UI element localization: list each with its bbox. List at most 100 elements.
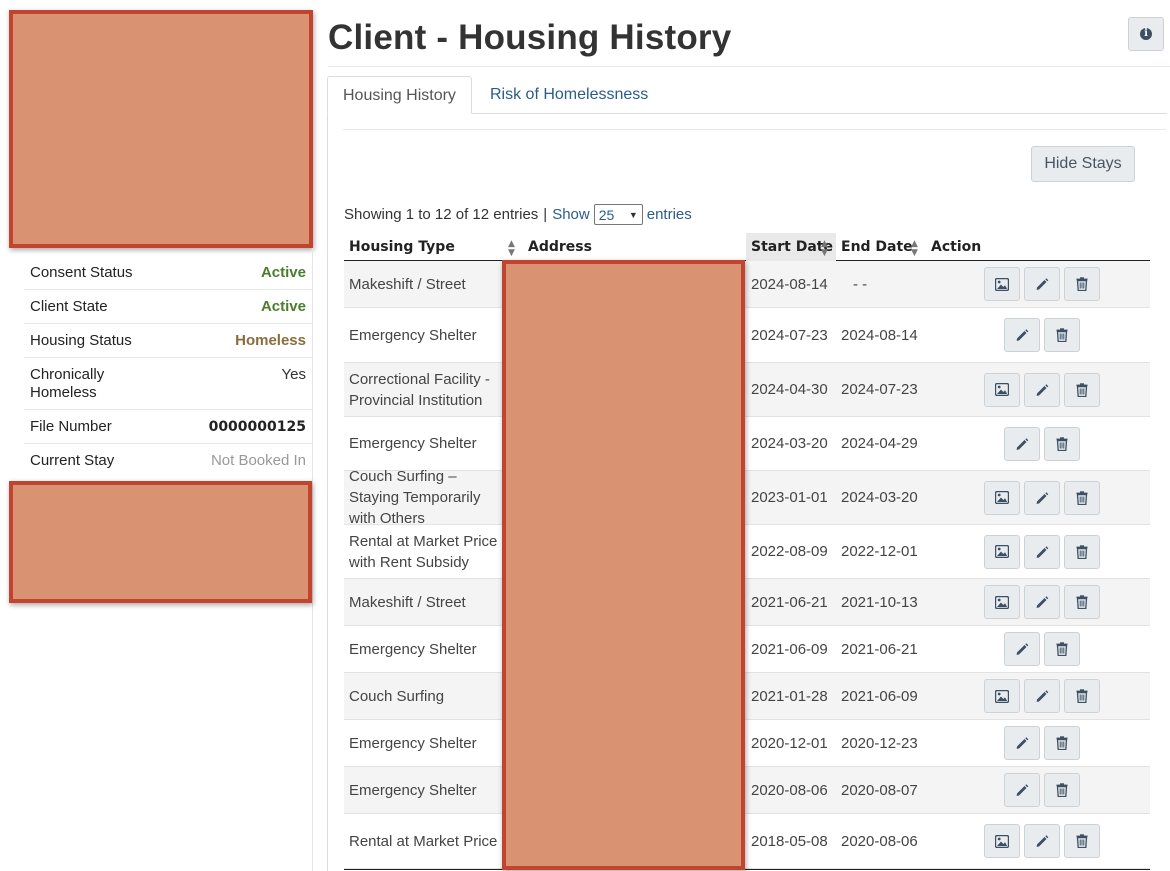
- delete-button[interactable]: [1064, 585, 1100, 619]
- page-title: Client - Housing History: [328, 18, 732, 57]
- housing-type-cell: Rental at Market Price with Rent Subsidy: [349, 532, 498, 571]
- delete-button[interactable]: [1044, 726, 1080, 760]
- end-date-cell: 2021-10-13: [841, 593, 918, 611]
- redacted-client-photo: [9, 10, 313, 248]
- delete-button[interactable]: [1044, 318, 1080, 352]
- edit-button[interactable]: [1004, 632, 1040, 666]
- action-cell: [934, 626, 1150, 672]
- start-date-cell: 2018-05-08: [751, 832, 828, 850]
- view-image-button[interactable]: [984, 679, 1020, 713]
- table-body: Makeshift / Street 2024-08-14 - - Emergency…: [344, 261, 1150, 869]
- edit-button[interactable]: [1024, 480, 1060, 515]
- housing-history-table: Housing Type ▲ ▼ Address Start Date ▲ ▼ En…: [344, 233, 1150, 870]
- tab-risk-of-homelessness[interactable]: Risk of Homelessness: [475, 76, 663, 114]
- edit-button[interactable]: [1004, 773, 1040, 807]
- table-row: Makeshift / Street 2024-08-14 - -: [344, 261, 1150, 308]
- end-date-cell: 2022-12-01: [841, 543, 918, 560]
- image-icon: [995, 383, 1009, 396]
- client-info-row: Housing Status Homeless: [24, 324, 312, 358]
- view-image-button[interactable]: [984, 480, 1020, 515]
- delete-button[interactable]: [1044, 632, 1080, 666]
- trash-icon: [1076, 834, 1088, 848]
- trash-icon: [1056, 436, 1068, 451]
- table-row: Correctional Facility - Provincial Insti…: [344, 363, 1150, 417]
- info-circle-icon: i: [1140, 28, 1152, 40]
- edit-button[interactable]: [1024, 824, 1060, 858]
- image-icon: [995, 595, 1009, 609]
- client-info-list: Consent Status Active Client State Active Ho…: [24, 256, 312, 477]
- client-info-label: Chronically Homeless: [30, 366, 105, 401]
- housing-type-cell: Couch Surfing – Staying Temporarily with…: [349, 468, 481, 527]
- delete-button[interactable]: [1064, 267, 1100, 301]
- sort-icon[interactable]: ▲ ▼: [821, 240, 828, 258]
- action-cell: [934, 720, 1150, 766]
- client-info-label: Current Stay: [30, 452, 115, 469]
- delete-button[interactable]: [1044, 426, 1080, 461]
- client-info-label: Client State: [30, 298, 108, 315]
- housing-type-cell: Correctional Facility - Provincial Insti…: [349, 370, 490, 409]
- view-image-button[interactable]: [984, 267, 1020, 301]
- edit-button[interactable]: [1004, 318, 1040, 352]
- view-image-button[interactable]: [984, 824, 1020, 858]
- action-cell: [934, 767, 1150, 813]
- delete-button[interactable]: [1044, 773, 1080, 807]
- column-end-date-label: End Date: [841, 239, 913, 255]
- table-row: Emergency Shelter 2021-06-09 2021-06-21: [344, 626, 1150, 673]
- trash-icon: [1076, 595, 1088, 609]
- table-row: Emergency Shelter 2024-07-23 2024-08-14: [344, 308, 1150, 363]
- column-housing-type-label: Housing Type: [349, 239, 455, 255]
- view-image-button[interactable]: [984, 585, 1020, 619]
- pencil-icon: [1015, 328, 1029, 342]
- edit-button[interactable]: [1004, 726, 1040, 760]
- table-row: Couch Surfing 2021-01-28 2021-06-09: [344, 673, 1150, 720]
- client-info-row: Current Stay Not Booked In: [24, 444, 312, 477]
- client-info-value: Active: [260, 264, 306, 281]
- column-end-date[interactable]: End Date: [836, 233, 914, 261]
- delete-button[interactable]: [1064, 480, 1100, 515]
- page-size-value: 25: [598, 206, 615, 223]
- chevron-down-icon: ▼: [628, 209, 638, 220]
- edit-button[interactable]: [1024, 679, 1060, 713]
- client-info-row: File Number 0000000125: [24, 410, 312, 444]
- start-date-cell: 2021-01-28: [751, 687, 828, 705]
- edit-button[interactable]: [1024, 267, 1060, 301]
- delete-button[interactable]: [1064, 824, 1100, 858]
- start-date-cell: 2024-04-30: [751, 381, 828, 398]
- redacted-address-column: [502, 260, 745, 870]
- pencil-icon: [1035, 383, 1049, 397]
- edit-button[interactable]: [1004, 426, 1040, 461]
- image-icon: [995, 689, 1009, 703]
- housing-type-cell: Emergency Shelter: [349, 734, 477, 752]
- hide-stays-button[interactable]: Hide Stays: [1031, 146, 1135, 182]
- main-content: Housing History Risk of Homelessness Hid…: [327, 76, 1167, 871]
- start-date-cell: 2024-03-20: [751, 435, 828, 452]
- edit-button[interactable]: [1024, 372, 1060, 407]
- trash-icon: [1056, 328, 1068, 342]
- table-row: Couch Surfing – Staying Temporarily with…: [344, 468, 1150, 527]
- pencil-icon: [1035, 491, 1049, 505]
- table-row: Emergency Shelter 2020-12-01 2020-12-23: [344, 720, 1150, 767]
- start-date-cell: 2024-08-14: [751, 275, 828, 293]
- column-address[interactable]: Address: [523, 233, 743, 261]
- view-image-button[interactable]: [984, 534, 1020, 569]
- trash-icon: [1076, 544, 1088, 559]
- sort-icon[interactable]: ▲ ▼: [911, 240, 918, 258]
- pencil-icon: [1035, 545, 1049, 559]
- start-date-cell: 2024-07-23: [751, 326, 828, 344]
- info-button[interactable]: i: [1128, 17, 1164, 51]
- delete-button[interactable]: [1064, 372, 1100, 407]
- edit-button[interactable]: [1024, 585, 1060, 619]
- view-image-button[interactable]: [984, 372, 1020, 407]
- pencil-icon: [1015, 783, 1029, 797]
- delete-button[interactable]: [1064, 534, 1100, 569]
- delete-button[interactable]: [1064, 679, 1100, 713]
- column-housing-type[interactable]: Housing Type: [344, 233, 502, 261]
- action-cell: [934, 814, 1150, 868]
- tab-housing-history[interactable]: Housing History: [327, 76, 472, 114]
- end-date-cell: 2020-08-06: [841, 832, 918, 850]
- end-date-cell: 2021-06-09: [841, 687, 918, 705]
- edit-button[interactable]: [1024, 534, 1060, 569]
- sort-icon[interactable]: ▲ ▼: [508, 240, 515, 258]
- page-size-select[interactable]: 25 ▼: [593, 204, 643, 225]
- action-cell: [934, 471, 1150, 524]
